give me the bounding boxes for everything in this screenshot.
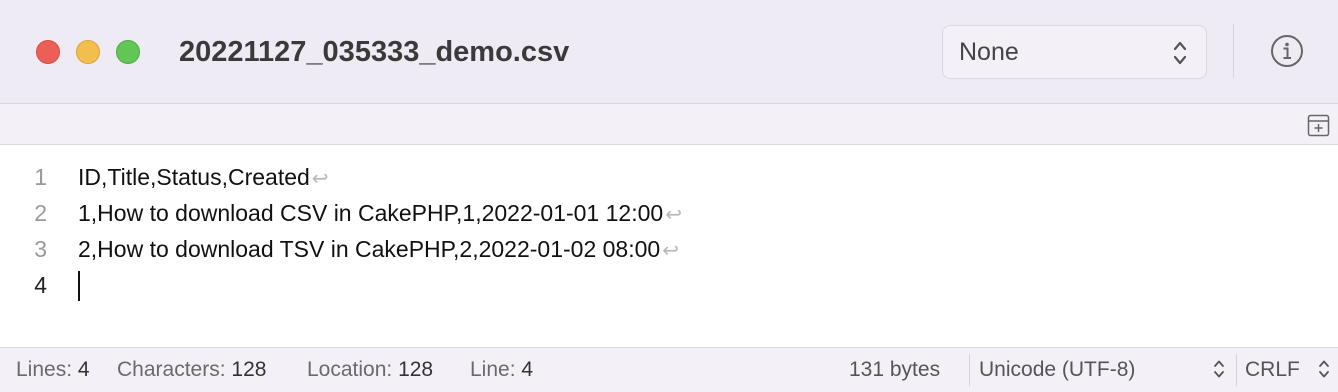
status-line: Line: 4 — [470, 358, 534, 381]
status-bar: Lines: 4 Characters: 128 Location: 128 L… — [0, 347, 1338, 392]
title-bar: 20221127_035333_demo.csv None — [0, 0, 1338, 104]
editor-line: 4 — [0, 267, 1338, 303]
up-down-chevron-icon[interactable] — [1318, 357, 1330, 381]
status-characters: Characters: 128 — [117, 358, 267, 381]
line-number: 2 — [34, 200, 47, 226]
editor-line: 2 1,How to download CSV in CakePHP,1,202… — [0, 195, 1338, 231]
navigation-bar — [0, 104, 1338, 145]
line-text[interactable]: 1,How to download CSV in CakePHP,1,2022-… — [78, 195, 682, 233]
editor-line: 1 ID,Title,Status,Created ↩ — [0, 159, 1338, 195]
line-number: 4 — [34, 272, 47, 298]
editor-line: 3 2,How to download TSV in CakePHP,2,202… — [0, 231, 1338, 267]
status-divider — [1236, 354, 1237, 386]
file-size: 131 bytes — [849, 358, 941, 381]
line-number: 1 — [34, 164, 47, 190]
minimize-window-button[interactable] — [76, 40, 100, 64]
line-number: 3 — [34, 236, 47, 262]
encoding-select[interactable]: Unicode (UTF-8) — [979, 358, 1135, 382]
return-arrow-icon: ↩ — [311, 168, 329, 190]
status-location: Location: 128 — [307, 358, 434, 381]
toolbar-divider — [1233, 24, 1234, 78]
up-down-chevron-icon[interactable] — [1213, 357, 1225, 381]
split-editor-icon[interactable] — [1307, 114, 1330, 137]
return-arrow-icon: ↩ — [665, 204, 682, 226]
info-circle-icon[interactable] — [1270, 34, 1304, 68]
text-editor[interactable]: 1 ID,Title,Status,Created ↩ 2 1,How to do… — [0, 145, 1338, 347]
line-text[interactable]: ID,Title,Status,Created ↩ — [78, 159, 329, 197]
syntax-mode-select[interactable]: None — [942, 25, 1207, 79]
return-arrow-icon: ↩ — [662, 240, 679, 262]
up-down-chevron-icon — [1173, 41, 1187, 65]
zoom-window-button[interactable] — [116, 40, 140, 64]
status-divider — [969, 354, 970, 386]
syntax-mode-value: None — [959, 38, 1019, 66]
line-text[interactable]: 2,How to download TSV in CakePHP,2,2022-… — [78, 231, 679, 269]
window-title: 20221127_035333_demo.csv — [179, 36, 570, 68]
line-ending-select[interactable]: CRLF — [1245, 358, 1300, 382]
text-cursor — [78, 271, 80, 301]
status-lines: Lines: 4 — [16, 358, 90, 381]
close-window-button[interactable] — [36, 40, 60, 64]
